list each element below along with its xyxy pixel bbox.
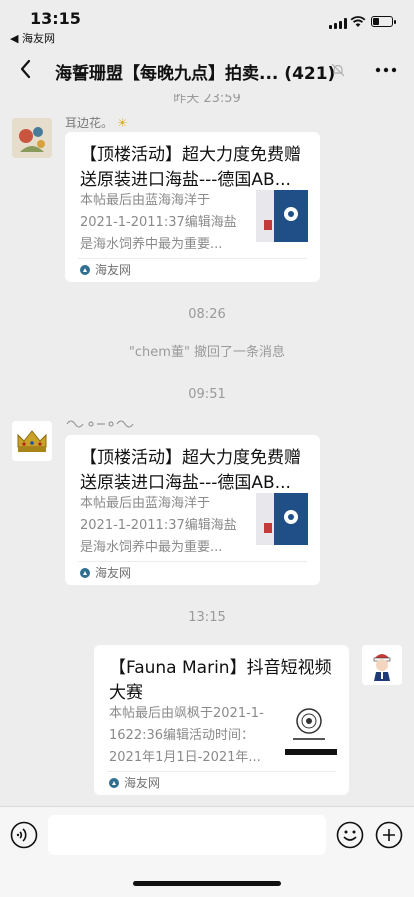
chat-title: 海誓珊盟【每晚九点】拍卖... (421) [55,59,340,84]
message-input[interactable] [48,815,326,855]
timestamp: 13:15 [188,610,226,625]
recall-notice: "chem董" 撤回了一条消息 [128,345,286,360]
haiyou-logo-icon [109,778,119,788]
card-source: 海友网 [95,566,132,580]
my-avatar[interactable] [362,645,402,685]
link-card[interactable]: 【Fauna Marin】抖音短视频大赛 本帖最后由飒枫于2021-1-1622… [94,645,349,795]
status-bar: 13:15 ◀ 海友网 [0,0,414,46]
card-description: 本帖最后由蓝海海洋于2021-1-2011:37编辑海盐是海水饲养中最为重要..… [80,496,237,555]
chevron-left-icon[interactable] [12,54,42,84]
timestamp: 09:51 [188,387,226,402]
card-title: 【顶楼活动】超大力度免费赠送原装进口海盐---德国AB... [80,145,301,190]
voice-icon[interactable] [10,821,38,849]
haiyou-logo-icon [80,568,90,578]
card-title: 【Fauna Marin】抖音短视频大赛 [109,658,332,703]
avatar[interactable] [12,421,52,461]
back-to-app-link[interactable]: ◀ 海友网 [10,30,55,46]
card-thumbnail [285,703,337,755]
sun-emoji-icon: ☀ [116,116,128,130]
input-bar [0,806,414,897]
status-time: 13:15 [30,9,81,28]
member-count: (421) [284,64,336,84]
wifi-icon [350,16,366,27]
card-thumbnail [256,493,308,545]
group-name: 海誓珊盟【每晚九点】拍卖... [55,64,279,84]
battery-icon [371,16,396,27]
avatar[interactable] [12,118,52,158]
sender-nickname-decorative-icon [66,420,134,428]
card-source: 海友网 [124,776,161,790]
signal-icon [329,18,347,29]
card-description: 本帖最后由飒枫于2021-1-1622:36编辑活动时间：2021年1月1日-2… [109,706,264,765]
link-card[interactable]: 【顶楼活动】超大力度免费赠送原装进口海盐---德国AB... 本帖最后由蓝海海洋… [65,132,320,282]
plus-icon[interactable] [375,821,403,849]
emoji-icon[interactable] [336,821,364,849]
chat-area[interactable]: 昨天 23:59 耳边花。 ☀ 【顶楼活动】超大力度免费赠送原装进口海盐---德… [0,94,414,806]
home-indicator[interactable] [133,881,281,886]
card-divider [78,258,307,259]
card-divider [78,561,307,562]
more-dots-icon[interactable] [374,62,398,78]
sender-nickname: 耳边花。 ☀ [65,116,128,130]
chat-header: 海誓珊盟【每晚九点】拍卖... (421) [0,46,414,94]
card-description: 本帖最后由蓝海海洋于2021-1-2011:37编辑海盐是海水饲养中最为重要..… [80,193,237,252]
card-title: 【顶楼活动】超大力度免费赠送原装进口海盐---德国AB... [80,448,301,493]
link-card[interactable]: 【顶楼活动】超大力度免费赠送原装进口海盐---德国AB... 本帖最后由蓝海海洋… [65,435,320,585]
card-source: 海友网 [95,263,132,277]
timestamp-partial: 昨天 23:59 [173,94,241,106]
card-divider [107,771,336,772]
haiyou-logo-icon [80,265,90,275]
card-thumbnail [256,190,308,242]
timestamp: 08:26 [188,307,226,322]
mute-bell-icon [331,63,345,77]
